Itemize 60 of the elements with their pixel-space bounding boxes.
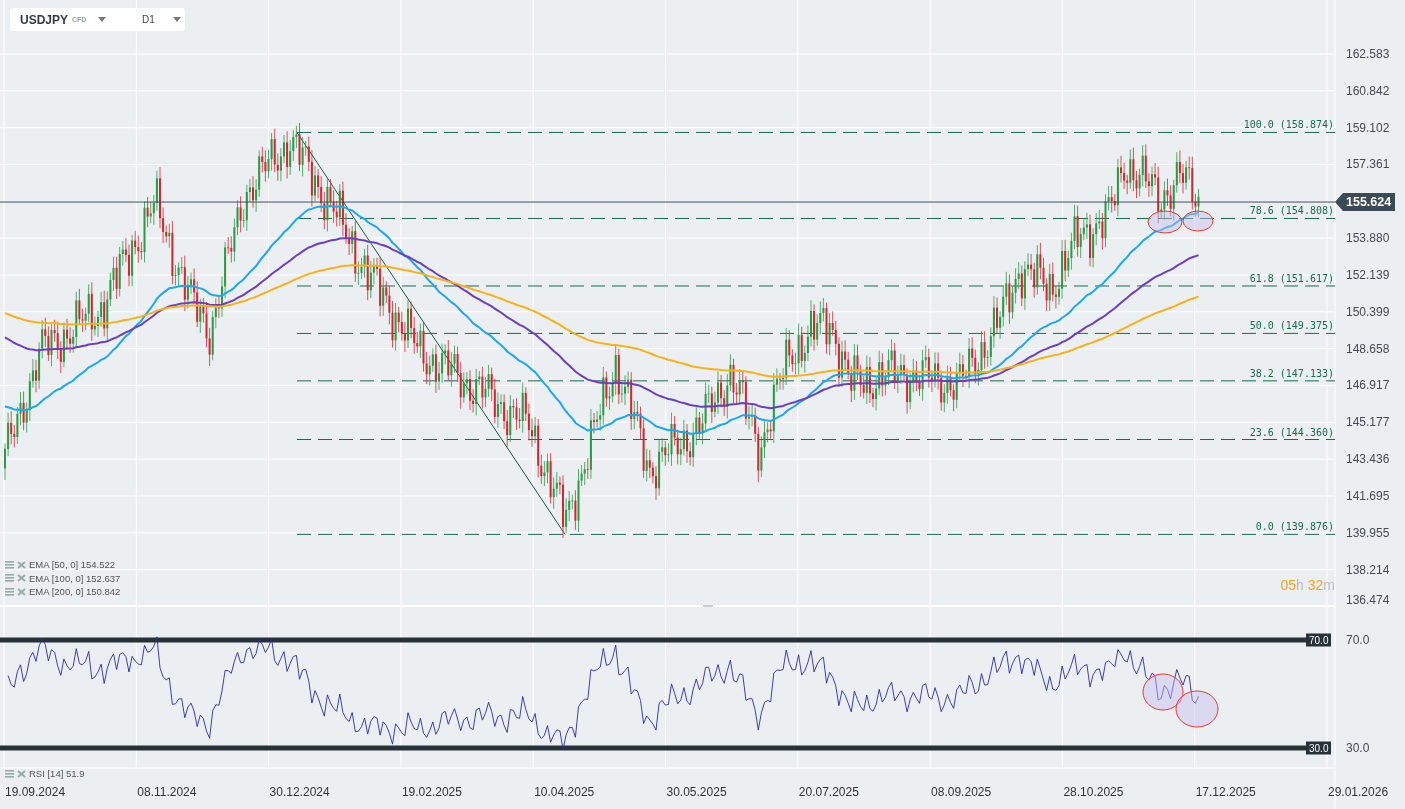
caret-icon[interactable] [98, 17, 107, 22]
price-axis-label: 153.880 [1346, 231, 1390, 246]
rsi-axis-label: 30.0 [1346, 741, 1370, 755]
fibonacci-level-label: 100.0 (158.874) [1243, 119, 1334, 131]
price-axis-label: 146.917 [1346, 378, 1390, 393]
time-axis-label: 08.11.2024 [137, 785, 197, 799]
current-price-label: 155.624 [1343, 193, 1396, 211]
fibonacci-level-label: 0.0 (139.876) [1255, 521, 1334, 533]
time-axis-label: 10.04.2025 [534, 785, 595, 799]
time-axis-label: 30.12.2024 [269, 785, 330, 799]
price-axis-label: 150.399 [1346, 304, 1390, 319]
price-axis-label: 160.842 [1346, 83, 1390, 98]
indicator-legend: EMA [200, 0] 150.842 [29, 586, 121, 597]
price-axis-label: 139.955 [1346, 525, 1390, 540]
time-axis-label: 29.01.2026 [1328, 785, 1389, 799]
indicator-legend: EMA [50, 0] 154.522 [29, 559, 116, 570]
close-icon[interactable] [17, 574, 26, 582]
fibonacci-level-label: 61.8 (151.617) [1249, 273, 1334, 284]
price-axis-label: 157.361 [1346, 157, 1390, 172]
timeframe-label[interactable]: D1 [142, 14, 155, 25]
rsi-level-badge: 70.0 [1306, 633, 1332, 647]
rsi-axis-label: 70.0 [1346, 633, 1370, 647]
symbol-name[interactable]: USDJPY [20, 12, 69, 27]
pane-resize-handle[interactable] [703, 605, 713, 607]
indicator-legend: RSI [14] 51.9 [29, 768, 85, 779]
fibonacci-level-label: 50.0 (149.375) [1249, 320, 1334, 332]
highlight-ellipse [1142, 673, 1184, 711]
time-axis-label: 08.09.2025 [931, 785, 992, 799]
close-icon[interactable] [17, 769, 26, 778]
time-axis-label: 19.09.2024 [5, 785, 66, 799]
close-icon[interactable] [17, 587, 26, 596]
time-axis-label: 17.12.2025 [1195, 785, 1256, 799]
time-axis-label: 19.02.2025 [401, 785, 462, 799]
time-axis-label: 28.10.2025 [1063, 785, 1124, 799]
drag-handle-icon[interactable] [5, 574, 14, 582]
fibonacci-level-label: 23.6 (144.360) [1249, 426, 1334, 438]
highlight-ellipse [1182, 210, 1214, 232]
price-axis-label: 141.695 [1346, 488, 1390, 503]
price-axis-label: 148.658 [1346, 341, 1390, 356]
fibonacci-level-label: 38.2 (147.133) [1249, 367, 1334, 379]
highlight-ellipse [1175, 690, 1219, 728]
rsi-level-badge: 30.0 [1306, 741, 1332, 755]
fibonacci-level-label: 78.6 (154.808) [1249, 205, 1334, 217]
price-axis-label: 152.139 [1346, 267, 1390, 282]
close-icon[interactable] [17, 560, 26, 569]
price-axis-label: 159.102 [1346, 120, 1390, 135]
price-axis-label: 143.436 [1346, 452, 1390, 467]
drag-handle-icon[interactable] [5, 560, 14, 569]
price-axis-label: 138.214 [1346, 562, 1390, 577]
drag-handle-icon[interactable] [5, 587, 14, 596]
price-axis-label: 136.474 [1346, 593, 1390, 607]
drag-handle-icon[interactable] [5, 769, 14, 778]
time-axis-label: 20.07.2025 [798, 785, 859, 799]
caret-icon[interactable] [172, 17, 181, 22]
highlight-ellipse [1147, 210, 1183, 234]
price-axis-label: 162.583 [1346, 47, 1390, 61]
indicator-legend: EMA [100, 0] 152.637 [29, 572, 121, 584]
price-axis-label: 145.177 [1346, 415, 1390, 430]
time-axis-label: 30.05.2025 [666, 785, 727, 799]
candle-countdown: 05h 32m [1280, 577, 1335, 593]
